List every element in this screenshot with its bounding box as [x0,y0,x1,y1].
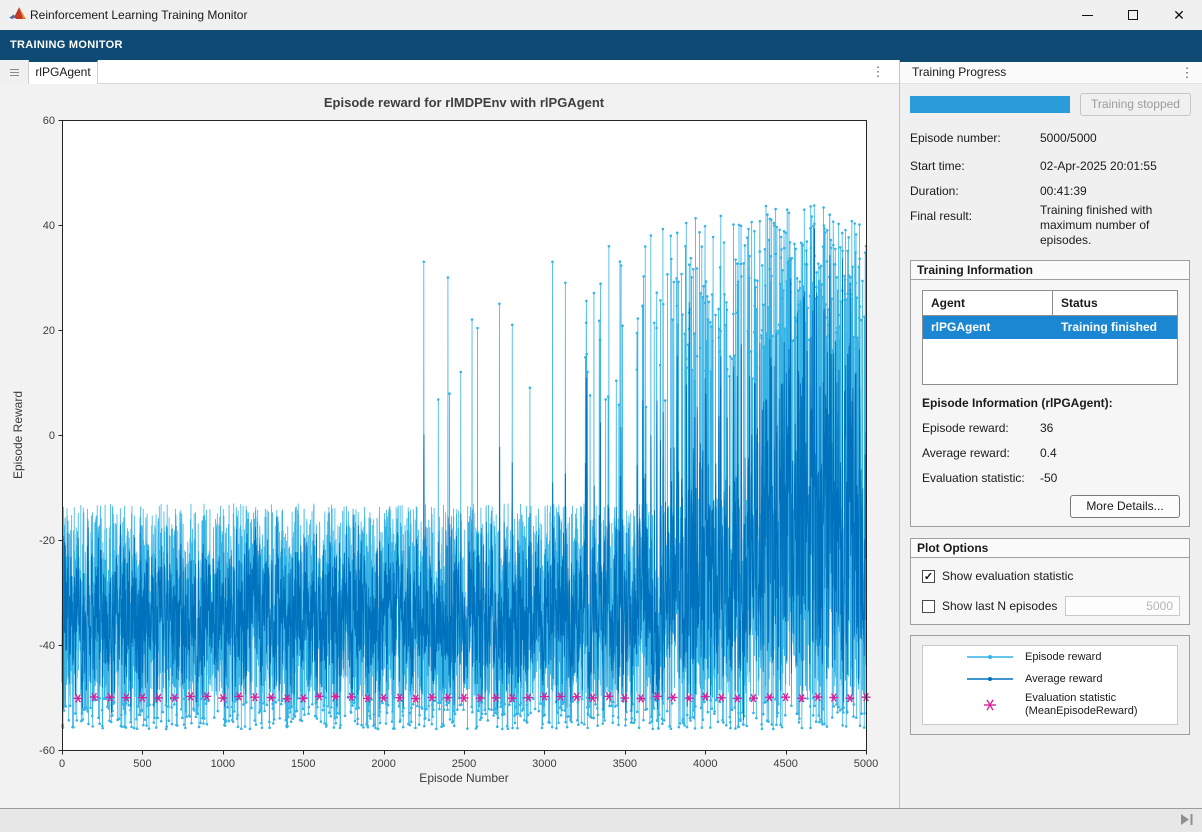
training-progress-bar [910,96,1070,113]
episode-reward-line-icon [965,650,1015,664]
close-icon: ✕ [1173,7,1185,24]
tab-rlpgagent[interactable]: rlPGAgent [29,60,98,84]
average-reward-label: Average reward: [922,446,1010,460]
average-reward-value: 0.4 [1040,446,1057,460]
last-n-episodes-input[interactable] [1065,596,1180,616]
episode-number-value: 5000/5000 [1040,131,1097,145]
duration-label: Duration: [910,184,959,198]
collapse-panel-right-icon[interactable] [1180,813,1194,826]
episode-reward-label: Episode reward: [922,421,1009,435]
document-actions-kebab-icon[interactable]: ⋮ [866,60,890,84]
evaluation-statistic-value: -50 [1040,471,1057,485]
document-tab-bar [0,60,899,84]
title-bar: Reinforcement Learning Training Monitor … [0,0,1202,30]
episode-information-title: Episode Information (rlPGAgent): [922,396,1113,410]
legend-item-evaluation-statistic: Evaluation statistic (MeanEpisodeReward) [965,692,1138,718]
progress-fill [910,96,1070,113]
column-header-agent[interactable]: Agent [923,291,1053,315]
show-evaluation-statistic-checkbox[interactable]: ✓ [922,570,935,583]
training-information-title: Training Information [911,261,1189,280]
status-bar [0,808,1202,832]
minimize-icon [1082,15,1093,16]
episode-number-label: Episode number: [910,131,1001,145]
list-icon [10,69,19,70]
legend-item-average-reward: Average reward [965,672,1102,686]
toolstrip-tab-training-monitor[interactable]: TRAINING MONITOR [10,30,123,60]
panel-actions-kebab-icon[interactable]: ⋮ [1176,61,1198,83]
matlab-logo-icon [9,6,27,24]
window-title: Reinforcement Learning Training Monitor [30,0,247,30]
training-stopped-button: Training stopped [1080,93,1191,116]
show-last-n-episodes-label: Show last N episodes [942,599,1057,613]
show-last-n-episodes-checkbox[interactable] [922,600,935,613]
start-time-value: 02-Apr-2025 20:01:55 [1040,159,1157,173]
document-list-button[interactable] [0,60,29,84]
evaluation-statistic-asterisk-icon [965,692,1015,718]
table-header-row: Agent Status [923,291,1177,316]
maximize-icon [1128,10,1138,20]
final-result-label: Final result: [910,209,972,223]
episode-reward-value: 36 [1040,421,1053,435]
toolstrip: TRAINING MONITOR [0,30,1202,60]
legend-item-episode-reward: Episode reward [965,650,1101,664]
average-reward-line-icon [965,672,1015,686]
final-result-value: Training finished with maximum number of… [1040,203,1195,248]
window-close-button[interactable]: ✕ [1156,0,1202,30]
duration-value: 00:41:39 [1040,184,1087,198]
window-maximize-button[interactable] [1110,0,1156,30]
show-evaluation-statistic-label: Show evaluation statistic [942,569,1073,583]
chart-panel [0,84,899,808]
start-time-label: Start time: [910,159,965,173]
table-row[interactable]: rlPGAgent Training finished [923,316,1177,339]
agent-status-table: Agent Status rlPGAgent Training finished [922,290,1178,385]
status-cell: Training finished [1053,316,1177,339]
column-header-status[interactable]: Status [1053,291,1177,315]
plot-options-title: Plot Options [911,539,1189,558]
panel-title: Training Progress [912,61,1006,83]
agent-cell: rlPGAgent [923,316,1053,339]
window-minimize-button[interactable] [1064,0,1110,30]
episode-reward-chart [0,84,899,808]
more-details-button[interactable]: More Details... [1070,495,1180,518]
evaluation-statistic-label: Evaluation statistic: [922,471,1025,485]
